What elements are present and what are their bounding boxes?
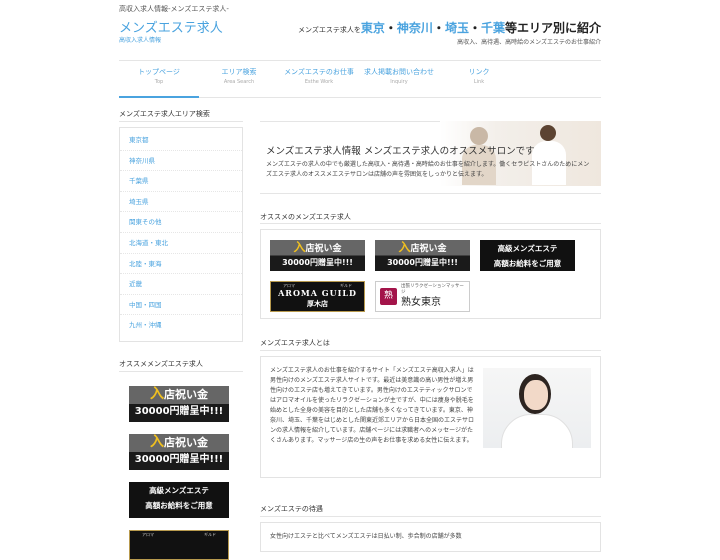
sidebar-area-kanto-other[interactable]: 関東その他 <box>120 212 242 233</box>
sidebar-area-title: メンズエステ求人エリア検索 <box>119 110 210 118</box>
banner-line2: 厚木店 <box>307 299 328 308</box>
banner-line2: 30000円贈呈中!!! <box>282 258 353 267</box>
sidebar-area-chugoku-shikoku[interactable]: 中国・四国 <box>120 295 242 316</box>
tagline-separator: ・ <box>384 21 397 35</box>
tagline-area-kanagawa: 神奈川 <box>396 21 433 35</box>
sidebar-area-chiba[interactable]: 千葉県 <box>120 171 242 192</box>
banner-line1: 入店祝い金 <box>129 434 229 451</box>
nav-label: リンク <box>468 68 490 76</box>
nav-label: エリア検索 <box>221 68 257 76</box>
banner-line2: 30000円贈呈中!!! <box>134 454 224 465</box>
banner-line1: 高級メンズエステ <box>497 244 558 253</box>
nav-sublabel: Esthe Work <box>304 79 334 85</box>
banner-text: 店祝い金 <box>164 436 208 449</box>
site-logo-subtitle: 高収入求人情報 <box>119 37 162 44</box>
nav-item-area-search[interactable]: エリア検索 Area Search <box>199 61 279 97</box>
global-nav: トップページ Top エリア検索 Area Search メンズエステのお仕事 Est… <box>119 60 601 98</box>
about-image <box>483 368 591 448</box>
nav-item-top[interactable]: トップページ Top <box>119 61 199 98</box>
tagline-suffix: 等エリア別に紹介 <box>504 21 601 35</box>
banner-jukujo-tokyo[interactable]: 熟 出張リラクゼーションマッサージ 熟女東京 <box>375 281 470 312</box>
divider <box>119 121 243 122</box>
tagline-area-tokyo: 東京 <box>360 21 385 35</box>
about-section-title: メンズエステ求人とは <box>260 339 330 347</box>
sidebar-banner-aroma-guild[interactable]: アロマ ギルド <box>129 530 229 560</box>
sidebar-area-hokuriku-tokai[interactable]: 北陸・東海 <box>120 254 242 275</box>
banner-ruby-right: ギルド <box>204 532 216 537</box>
header-tagline: メンズエステ求人を東京・神奈川・埼玉・千葉等エリア別に紹介 <box>298 19 601 36</box>
banner-line1: 入店祝い金 <box>129 386 229 403</box>
sidebar-area-kanagawa[interactable]: 神奈川県 <box>120 151 242 172</box>
sidebar-banner-luxury[interactable]: 高級メンズエステ 高額お給料をご用意 <box>129 482 229 518</box>
banner-ruby-left: アロマ <box>142 532 154 537</box>
banner-kanji: 入 <box>398 240 411 254</box>
sidebar-area-kyushu-okinawa[interactable]: 九州・沖縄 <box>120 315 242 336</box>
hero-person-head <box>540 125 556 141</box>
treat-section-title: メンズエステの待遇 <box>260 505 323 513</box>
banner-line2: 高額お給料をご用意 <box>145 501 213 510</box>
banner-line1: 入店祝い金 <box>375 240 470 256</box>
jukujo-big: 熟女東京 <box>401 297 441 308</box>
banner-line1: AROMA GUILD <box>278 288 357 298</box>
banner-kanji: 入 <box>150 434 164 450</box>
divider <box>260 223 601 224</box>
about-text: メンズエステ求人のお仕事を紹介するサイト「メンズエステ高収入求人」は男性向けのメ… <box>270 367 475 444</box>
tagline-separator: ・ <box>468 21 481 35</box>
banner-ruby: アロマ ギルド <box>130 531 228 537</box>
tagline-separator: ・ <box>432 21 445 35</box>
nav-label: 求人掲載お問い合わせ <box>364 68 434 76</box>
banner-line2: 30000円贈呈中!!! <box>387 258 458 267</box>
nav-label: トップページ <box>138 68 180 76</box>
banner-text: 店祝い金 <box>410 244 447 254</box>
sidebar-rec-title: オススメメンズエステ求人 <box>119 360 203 368</box>
nav-sublabel: Area Search <box>223 79 255 85</box>
jukujo-small: 出張リラクゼーションマッサージ <box>401 284 464 295</box>
sidebar-area-hokkaido-tohoku[interactable]: 北海道・東北 <box>120 233 242 254</box>
site-logo[interactable]: メンズエステ求人 <box>119 17 223 36</box>
banner-text: 店祝い金 <box>164 388 208 401</box>
banner-line2: 高額お給料をご用意 <box>493 259 562 268</box>
banner-aroma-guild[interactable]: アロマ ギルド AROMA GUILD 厚木店 <box>270 281 365 312</box>
hero-title: メンズエステ求人情報 メンズエステ求人のオススメサロンです <box>266 146 535 157</box>
banner-iwai-2[interactable]: 入店祝い金 30000円贈呈中!!! <box>375 240 470 271</box>
hero-text: メンズエステの求人の中でも厳選した高収入・高待遇・高時給のお仕事を紹介します。働… <box>266 161 590 178</box>
tagline-area-chiba: 千葉 <box>480 21 505 35</box>
divider <box>260 350 601 351</box>
sidebar-banner-iwai-2[interactable]: 入店祝い金 30000円贈呈中!!! <box>129 434 229 470</box>
nav-sublabel: Link <box>473 79 485 85</box>
sidebar-area-list: 東京都 神奈川県 千葉県 埼玉県 関東その他 北海道・東北 北陸・東海 近畿 中… <box>119 127 243 342</box>
sidebar-banner-iwai-1[interactable]: 入店祝い金 30000円贈呈中!!! <box>129 386 229 422</box>
rec-section-title: オススメのメンズエステ求人 <box>260 213 351 221</box>
banner-text: 店祝い金 <box>305 244 342 254</box>
nav-item-inquiry[interactable]: 求人掲載お問い合わせ Inquiry <box>359 61 439 97</box>
banner-iwai-1[interactable]: 入店祝い金 30000円贈呈中!!! <box>270 240 365 271</box>
banner-line1: 入店祝い金 <box>270 240 365 256</box>
tagline-area-saitama: 埼玉 <box>444 21 469 35</box>
nav-label: メンズエステのお仕事 <box>284 68 354 76</box>
nav-item-esthe-work[interactable]: メンズエステのお仕事 Esthe Work <box>279 61 359 97</box>
tagline-prefix: メンズエステ求人を <box>298 26 361 34</box>
treat-text: 女性向けエステと比べてメンズエステは日払い制、歩合制の店舗が多数 <box>270 533 462 540</box>
sidebar-area-saitama[interactable]: 埼玉県 <box>120 192 242 213</box>
header-tagline-sub: 高収入、高待遇、高時給のメンズエステのお仕事紹介 <box>457 39 601 46</box>
sidebar-area-kinki[interactable]: 近畿 <box>120 274 242 295</box>
jukujo-logo-mark: 熟 <box>380 288 397 305</box>
jukujo-text: 出張リラクゼーションマッサージ 熟女東京 <box>401 284 465 309</box>
divider <box>260 193 601 194</box>
banner-kanji: 入 <box>293 240 306 254</box>
divider <box>119 371 243 372</box>
banner-line2: 30000円贈呈中!!! <box>134 406 224 417</box>
banner-luxury[interactable]: 高級メンズエステ 高額お給料をご用意 <box>480 240 575 271</box>
nav-item-link[interactable]: リンク Link <box>439 61 519 97</box>
about-person-face <box>524 380 548 410</box>
nav-sublabel: Top <box>154 79 164 85</box>
nav-sublabel: Inquiry <box>390 79 408 85</box>
banner-line1: 高級メンズエステ <box>149 486 209 495</box>
site-topline: 高収入求人情報-メンズエステ求人- <box>119 5 229 13</box>
sidebar-area-tokyo[interactable]: 東京都 <box>120 130 242 151</box>
about-person-body <box>501 414 573 448</box>
divider <box>260 516 601 517</box>
banner-kanji: 入 <box>150 386 164 402</box>
